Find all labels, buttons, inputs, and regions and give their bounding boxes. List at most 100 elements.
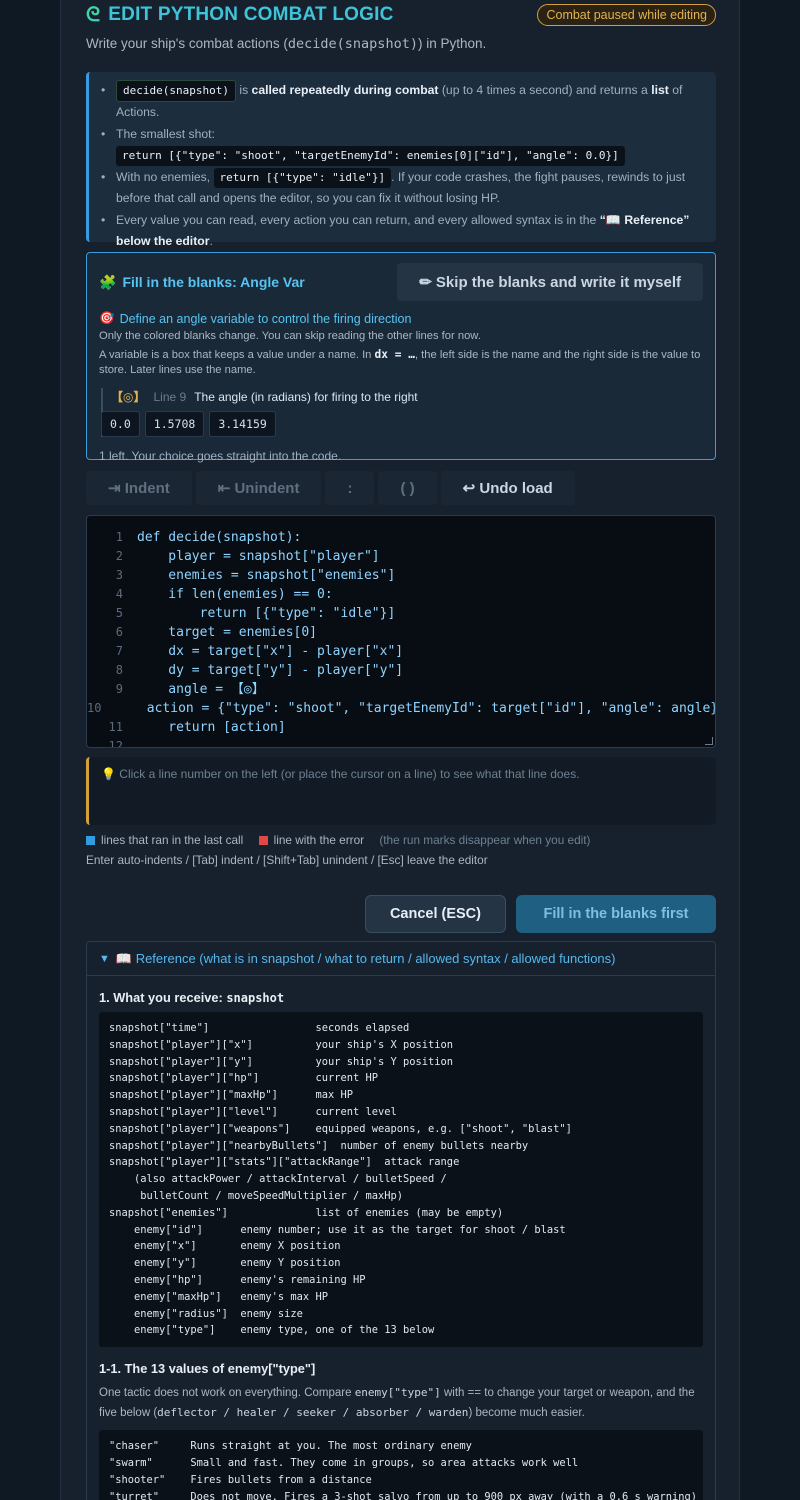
modal-subtitle: Write your ship's combat actions (decide… — [86, 36, 716, 52]
info-text: With no enemies, — [116, 169, 214, 184]
code-line[interactable]: 1 def decide(snapshot): — [87, 528, 715, 547]
unindent-button[interactable]: ⇤ Unindent — [195, 471, 322, 505]
info-code-chip: decide(snapshot) — [116, 80, 236, 102]
line-number[interactable]: 1 — [87, 528, 123, 547]
indent-button[interactable]: ⇥ Indent — [86, 471, 192, 505]
code-line[interactable]: 7 dx = target["x"] - player["x"] — [87, 642, 715, 661]
info-text: The smallest shot: — [116, 126, 215, 141]
code-editor[interactable]: 1 def decide(snapshot): 2 player = snapsho… — [86, 515, 716, 748]
fill-subtitle: 🎯 Define an angle variable to control th… — [99, 311, 703, 326]
run-legend: lines that ran in the last call line wit… — [86, 833, 716, 847]
error-line-swatch — [258, 835, 268, 845]
blank-line-number: Line 9 — [153, 389, 187, 404]
section-title-code: snapshot — [226, 991, 285, 1005]
info-text: . — [209, 234, 213, 248]
info-code-chip: return [{"type": "shoot", "targetEnemyId… — [116, 146, 625, 166]
snapshot-reference-code: snapshot["time"] seconds elapsed snapsho… — [99, 1012, 703, 1348]
code-line[interactable]: 8 dy = target["y"] - player["y"] — [87, 661, 715, 680]
modal-header: ᘓ EDIT PYTHON COMBAT LOGIC Combat paused… — [86, 0, 716, 30]
resize-grip-icon[interactable] — [705, 737, 713, 745]
reference-section-1-title: 1. What you receive: snapshot — [99, 990, 703, 1005]
skip-blanks-button[interactable]: ✏ Skip the blanks and write it myself — [397, 263, 703, 301]
info-code-chip: return [{"type": "idle"}] — [213, 167, 392, 188]
reference-section-2-desc: One tactic does not work on everything. … — [99, 1383, 703, 1423]
option-button[interactable]: 3.14159 — [209, 411, 276, 437]
info-item-4: Every value you can read, every action y… — [99, 210, 702, 253]
desc-text: One tactic does not work on everything. … — [99, 1387, 355, 1400]
fill-title-text: Fill in the blanks: Angle Var — [122, 274, 305, 290]
line-number[interactable]: 8 — [87, 661, 123, 680]
status-badge: Combat paused while editing — [537, 4, 716, 26]
puzzle-icon: 🧩 — [99, 273, 117, 290]
line-number[interactable]: 4 — [87, 585, 123, 604]
line-number[interactable]: 3 — [87, 566, 123, 585]
modal-title: ᘓ EDIT PYTHON COMBAT LOGIC — [86, 4, 394, 27]
code-text[interactable]: dx = target["x"] - player["x"] — [123, 642, 403, 661]
info-text: Every value you can read, every action y… — [116, 212, 600, 227]
fill-note-2: A variable is a box that keeps a value u… — [99, 347, 703, 378]
info-box: decide(snapshot) is called repeatedly du… — [86, 72, 716, 248]
fill-subtitle-text: Define an angle variable to control the … — [119, 311, 412, 326]
reference-section-2-title: 1-1. The 13 values of enemy["type"] — [99, 1361, 316, 1377]
line-number[interactable]: 11 — [87, 718, 123, 737]
subtitle-text-b: ) in Python. — [417, 36, 487, 51]
code-line[interactable]: 11 return [action] — [87, 718, 715, 737]
code-text[interactable] — [123, 737, 137, 747]
code-text[interactable]: def decide(snapshot): — [123, 528, 301, 547]
blank-item: 【◎】 Line 9 The angle (in radians) for fi… — [101, 388, 703, 437]
line-number[interactable]: 10 — [87, 699, 101, 718]
fill-title: 🧩 Fill in the blanks: Angle Var — [99, 274, 305, 291]
code-text[interactable]: angle = 【◎】 — [123, 680, 264, 699]
submit-button[interactable]: Fill in the blanks first — [516, 895, 716, 933]
code-text[interactable]: enemies = snapshot["enemies"] — [123, 566, 395, 585]
code-line[interactable]: 6 target = enemies[0] — [87, 623, 715, 642]
legend-error-text: line with the error — [273, 833, 365, 847]
undo-load-button[interactable]: ↩ Undo load — [440, 471, 575, 505]
option-button[interactable]: 0.0 — [101, 411, 140, 437]
code-text[interactable]: player = snapshot["player"] — [123, 547, 379, 566]
line-number[interactable]: 5 — [87, 604, 123, 623]
code-text[interactable]: return [action] — [123, 718, 285, 737]
code-line[interactable]: 3 enemies = snapshot["enemies"] — [87, 566, 715, 585]
code-line[interactable]: 2 player = snapshot["player"] — [87, 547, 715, 566]
section-title-text: 1. What you receive: — [99, 990, 227, 1005]
line-number[interactable]: 12 — [87, 737, 123, 747]
fill-blanks-panel: 🧩 Fill in the blanks: Angle Var ✏ Skip t… — [86, 252, 716, 463]
code-line[interactable]: 10 action = {"type": "shoot", "targetEne… — [87, 699, 715, 718]
lightbulb-icon: 💡 — [101, 767, 116, 781]
info-item-2: The smallest shot: return [{"type": "sho… — [99, 124, 702, 167]
desc-code: enemy["type"] — [354, 1386, 441, 1400]
fill-note-1: Only the colored blanks change. You can … — [99, 330, 481, 342]
info-bold: called repeatedly during combat — [251, 83, 439, 97]
code-text[interactable]: if len(enemies) == 0: — [123, 585, 332, 604]
code-line[interactable]: 12 — [87, 737, 715, 747]
reference-panel: ▼ 📖 Reference (what is in snapshot / wha… — [86, 941, 716, 1500]
code-line[interactable]: 9 angle = 【◎】 — [87, 680, 715, 699]
line-number[interactable]: 2 — [87, 547, 123, 566]
line-number[interactable]: 7 — [87, 642, 123, 661]
line-number[interactable]: 6 — [87, 623, 123, 642]
parens-button[interactable]: ( ) — [378, 471, 437, 505]
subtitle-code: decide(snapshot) — [287, 36, 418, 52]
code-text[interactable]: dy = target["y"] - player["y"] — [123, 661, 403, 680]
python-logo-icon: ᘓ — [86, 3, 101, 26]
blank-marker: 【◎】 — [111, 390, 146, 404]
enemy-types-code: "chaser" Runs straight at you. The most … — [99, 1430, 703, 1500]
colon-button[interactable]: : — [325, 471, 375, 505]
reference-toggle[interactable]: ▼ 📖 Reference (what is in snapshot / wha… — [87, 942, 715, 976]
info-text: is — [235, 83, 252, 97]
code-text[interactable]: return [{"type": "idle"}] — [123, 604, 396, 623]
note-text: A variable is a box that keeps a value u… — [99, 349, 375, 361]
fill-footer: 1 left. Your choice goes straight into t… — [99, 449, 342, 463]
modal-title-text: EDIT PYTHON COMBAT LOGIC — [108, 4, 394, 25]
info-item-1: decide(snapshot) is called repeatedly du… — [99, 80, 702, 124]
line-number[interactable]: 9 — [87, 680, 123, 699]
code-line[interactable]: 5 return [{"type": "idle"}] — [87, 604, 715, 623]
option-button[interactable]: 1.5708 — [144, 411, 205, 437]
code-line[interactable]: 4 if len(enemies) == 0: — [87, 585, 715, 604]
code-text[interactable]: action = {"type": "shoot", "targetEnemyI… — [101, 699, 715, 718]
cancel-button[interactable]: Cancel (ESC) — [364, 895, 506, 933]
info-bold: list — [651, 83, 669, 97]
code-text[interactable]: target = enemies[0] — [123, 623, 317, 642]
background-right — [740, 0, 800, 1500]
